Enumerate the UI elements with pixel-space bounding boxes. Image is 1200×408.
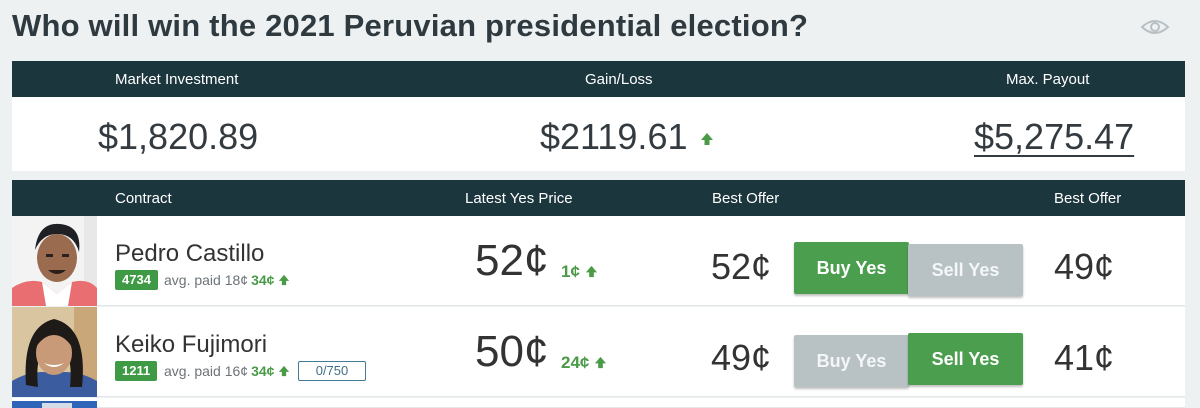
- contract-row: Pedro Castillo 4734 avg. paid 18¢ 34¢ 52¢…: [12, 216, 1185, 306]
- avatar: [12, 216, 97, 306]
- best-offer-no-column-header: Best Offer: [1054, 190, 1122, 207]
- summary-panel: $1,820.89 $2119.61 $5,275.47: [12, 97, 1185, 171]
- avg-change-value: 34¢: [251, 272, 275, 288]
- market-investment-value: $1,820.89: [98, 116, 259, 157]
- contract-column-header: Contract: [115, 190, 172, 207]
- price-change: 1¢: [561, 262, 598, 282]
- avg-paid-text: avg. paid 16¢ 34¢: [164, 363, 290, 379]
- arrow-up-icon: [585, 265, 597, 278]
- latest-yes-price: 52¢: [475, 236, 549, 285]
- market-investment-header: Market Investment: [115, 71, 239, 88]
- buy-yes-button[interactable]: Buy Yes: [794, 335, 909, 387]
- shares-badge: 4734: [115, 270, 158, 290]
- arrow-up-icon: [700, 133, 713, 146]
- contract-row: Keiko Fujimori 1211 avg. paid 16¢ 34¢ 0/7…: [12, 307, 1185, 397]
- avg-paid-value: avg. paid 16¢: [164, 363, 249, 379]
- best-offer-yes: 49¢: [711, 337, 772, 378]
- sell-yes-button[interactable]: Sell Yes: [908, 333, 1023, 385]
- buy-yes-button[interactable]: Buy Yes: [794, 242, 909, 294]
- avatar: [12, 307, 97, 397]
- contracts-header-bar: Contract Latest Yes Price Best Offer Bes…: [12, 180, 1185, 216]
- shares-badge: 1211: [115, 361, 158, 381]
- arrow-up-icon: [279, 274, 290, 286]
- contract-name[interactable]: Pedro Castillo: [115, 240, 264, 268]
- avg-paid-text: avg. paid 18¢ 34¢: [164, 272, 290, 288]
- sell-yes-button[interactable]: Sell Yes: [908, 244, 1023, 296]
- contract-name[interactable]: Keiko Fujimori: [115, 331, 267, 359]
- price-change-value: 24¢: [561, 353, 590, 372]
- page-title: Who will win the 2021 Peruvian president…: [12, 8, 809, 43]
- eye-icon[interactable]: [1140, 16, 1170, 38]
- price-change: 24¢: [561, 353, 607, 373]
- latest-yes-price-column-header: Latest Yes Price: [465, 190, 573, 207]
- summary-header-bar: Market Investment Gain/Loss Max. Payout: [12, 61, 1185, 97]
- avg-paid-value: avg. paid 18¢: [164, 272, 249, 288]
- best-offer-no: 41¢: [1054, 337, 1115, 378]
- price-change-value: 1¢: [561, 262, 580, 281]
- max-payout-link[interactable]: $5,275.47: [974, 116, 1134, 158]
- gain-loss-value: $2119.61: [540, 116, 714, 158]
- best-offer-no: 49¢: [1054, 246, 1115, 287]
- contract-row: [12, 398, 1185, 408]
- arrow-up-icon: [595, 356, 607, 369]
- best-offer-yes-column-header: Best Offer: [712, 190, 780, 207]
- arrow-up-icon: [279, 365, 290, 377]
- gain-loss-header: Gain/Loss: [585, 71, 653, 88]
- max-payout-header: Max. Payout: [1006, 71, 1090, 88]
- gain-loss-amount: $2119.61: [540, 116, 688, 157]
- best-offer-yes: 52¢: [711, 246, 772, 287]
- latest-yes-price: 50¢: [475, 327, 549, 376]
- avg-change-value: 34¢: [251, 363, 275, 379]
- order-limit-badge[interactable]: 0/750: [298, 361, 366, 381]
- avatar: [12, 398, 97, 408]
